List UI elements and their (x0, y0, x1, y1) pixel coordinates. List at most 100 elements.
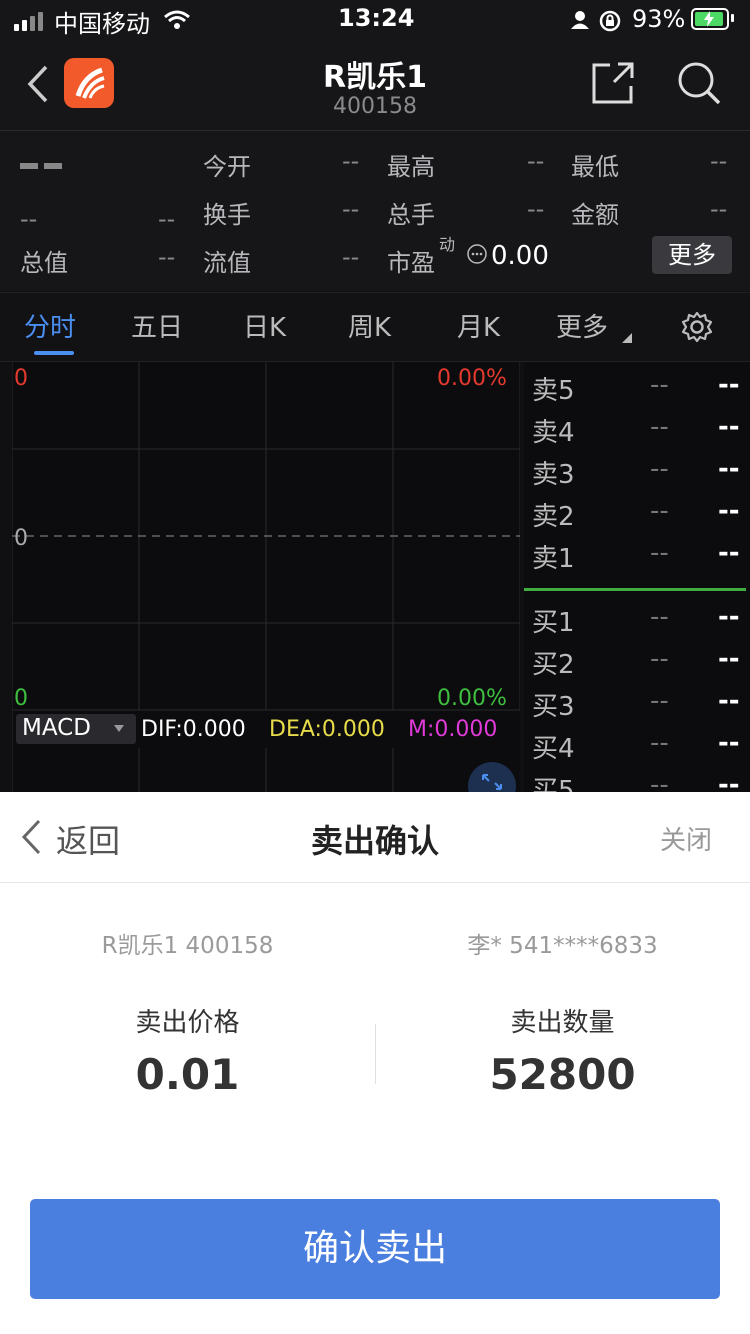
stock-title: R凯乐1 (323, 60, 427, 95)
chart-mid-left-label: 0 (14, 526, 28, 551)
tab-monthly-k[interactable]: 月K (457, 307, 500, 344)
value-open: -- (342, 147, 360, 175)
price-label: 卖出价格 (135, 1008, 240, 1038)
active-tab-indicator (34, 351, 74, 355)
change-value: -- (20, 205, 38, 233)
clock: 13:24 (338, 4, 415, 32)
value-low: -- (710, 147, 728, 175)
confirm-sell-button[interactable]: 确认卖出 (30, 1199, 720, 1299)
label-turnover: 换手 (203, 201, 251, 229)
value-pe: 0.00 (491, 241, 549, 271)
label-open: 今开 (203, 153, 251, 181)
signal-icon (14, 12, 43, 31)
tab-five-day[interactable]: 五日 (131, 307, 183, 344)
order-level-label: 买2 (532, 650, 575, 680)
order-qty: -- (718, 644, 740, 674)
order-price: -- (650, 496, 669, 526)
sell-row-4: 卖4 -- -- (532, 412, 742, 452)
dropdown-triangle-icon (622, 333, 632, 343)
label-pe: 市盈 (387, 249, 435, 277)
navigation-bar: R凯乐1 400158 (0, 40, 750, 131)
order-level-label: 卖2 (532, 502, 575, 532)
order-price: -- (650, 728, 669, 758)
tab-daily-k[interactable]: 日K (243, 307, 286, 344)
back-chevron-icon[interactable] (20, 818, 42, 856)
label-float-cap: 流值 (203, 249, 251, 277)
order-level-label: 买3 (532, 692, 575, 722)
carrier-label: 中国移动 (54, 10, 150, 38)
order-level-label: 卖1 (532, 544, 575, 574)
stock-info: R凯乐1 400158 (101, 933, 274, 959)
value-turnover: -- (342, 195, 360, 223)
buy-row-3: 买3 -- -- (532, 686, 742, 726)
sell-row-5: 卖5 -- -- (532, 370, 742, 410)
account-info: 李* 541****6833 (467, 933, 658, 959)
value-amount: -- (710, 195, 728, 223)
order-qty: -- (718, 370, 740, 400)
order-qty: -- (718, 412, 740, 442)
value-high: -- (527, 147, 545, 175)
order-qty: -- (718, 538, 740, 568)
order-qty: -- (718, 728, 740, 758)
battery-percent: 93% (632, 5, 686, 33)
quantity-label: 卖出数量 (510, 1008, 615, 1038)
stock-code: 400158 (333, 94, 417, 119)
sell-confirm-sheet: 返回 卖出确认 关闭 R凯乐1 400158 李* 541****6833 卖出… (0, 792, 750, 1334)
close-button[interactable]: 关闭 (660, 820, 712, 857)
tab-weekly-k[interactable]: 周K (348, 307, 391, 344)
indicator-label: MACD (22, 715, 91, 741)
order-price: -- (650, 412, 669, 442)
search-icon[interactable] (676, 60, 722, 106)
chevron-down-icon (114, 725, 124, 732)
more-dots-icon[interactable] (466, 243, 488, 265)
buy-row-1: 买1 -- -- (532, 602, 742, 642)
quantity-value: 52800 (489, 1050, 636, 1099)
expand-icon (482, 774, 502, 790)
person-icon (571, 11, 589, 29)
order-price: -- (650, 644, 669, 674)
share-icon[interactable] (590, 60, 636, 106)
chart-bottom-left-label: 0 (14, 686, 28, 711)
tab-more[interactable]: 更多 (556, 307, 608, 344)
back-button[interactable]: 返回 (56, 816, 120, 862)
more-quote-button[interactable]: 更多 (652, 236, 732, 274)
chart-top-right-label: 0.00% (437, 366, 507, 391)
label-amount: 金额 (571, 201, 619, 229)
chart-tabs: 分时 五日 日K 周K 月K 更多 (0, 292, 750, 362)
order-level-label: 卖3 (532, 460, 575, 490)
change-percent: -- (158, 205, 176, 233)
value-volume: -- (527, 195, 545, 223)
status-bar: 中国移动 13:24 93% (0, 0, 750, 40)
order-price: -- (650, 370, 669, 400)
label-market-cap: 总值 (20, 249, 68, 277)
buy-row-2: 买2 -- -- (532, 644, 742, 684)
intraday-chart[interactable]: 0 0.00% 0 0 0.00% MACD DIF:0.000 DEA:0.0… (12, 362, 520, 810)
order-book-divider (524, 588, 746, 591)
label-low: 最低 (571, 153, 619, 181)
chart-top-left-label: 0 (14, 366, 28, 391)
order-qty: -- (718, 602, 740, 632)
price-placeholder (20, 163, 62, 169)
quote-panel: 今开 -- 最高 -- 最低 -- -- -- 换手 -- 总手 -- 金额 -… (0, 131, 750, 291)
label-high: 最高 (387, 153, 435, 181)
chart-bottom-right-label: 0.00% (437, 686, 507, 711)
order-price: -- (650, 686, 669, 716)
order-price: -- (650, 602, 669, 632)
macd-m: M:0.000 (408, 717, 498, 742)
order-qty: -- (718, 496, 740, 526)
label-volume: 总手 (387, 201, 435, 229)
price-value: 0.01 (135, 1050, 240, 1099)
order-price: -- (650, 538, 669, 568)
value-market-cap: -- (158, 243, 176, 271)
value-float-cap: -- (342, 243, 360, 271)
sell-row-1: 卖1 -- -- (532, 538, 742, 578)
wifi-icon (164, 10, 190, 29)
tab-intraday[interactable]: 分时 (24, 307, 76, 344)
indicator-select[interactable]: MACD (16, 714, 136, 744)
order-book: 卖5 -- -- 卖4 -- -- 卖3 -- -- 卖2 -- -- 卖1 -- -- 买1 -- -… (524, 362, 750, 806)
sheet-header: 返回 卖出确认 关闭 (0, 792, 750, 883)
order-level-label: 卖5 (532, 376, 575, 406)
order-level-label: 买4 (532, 734, 575, 764)
settings-gear-icon[interactable] (680, 310, 714, 344)
rotation-lock-icon (599, 10, 621, 32)
